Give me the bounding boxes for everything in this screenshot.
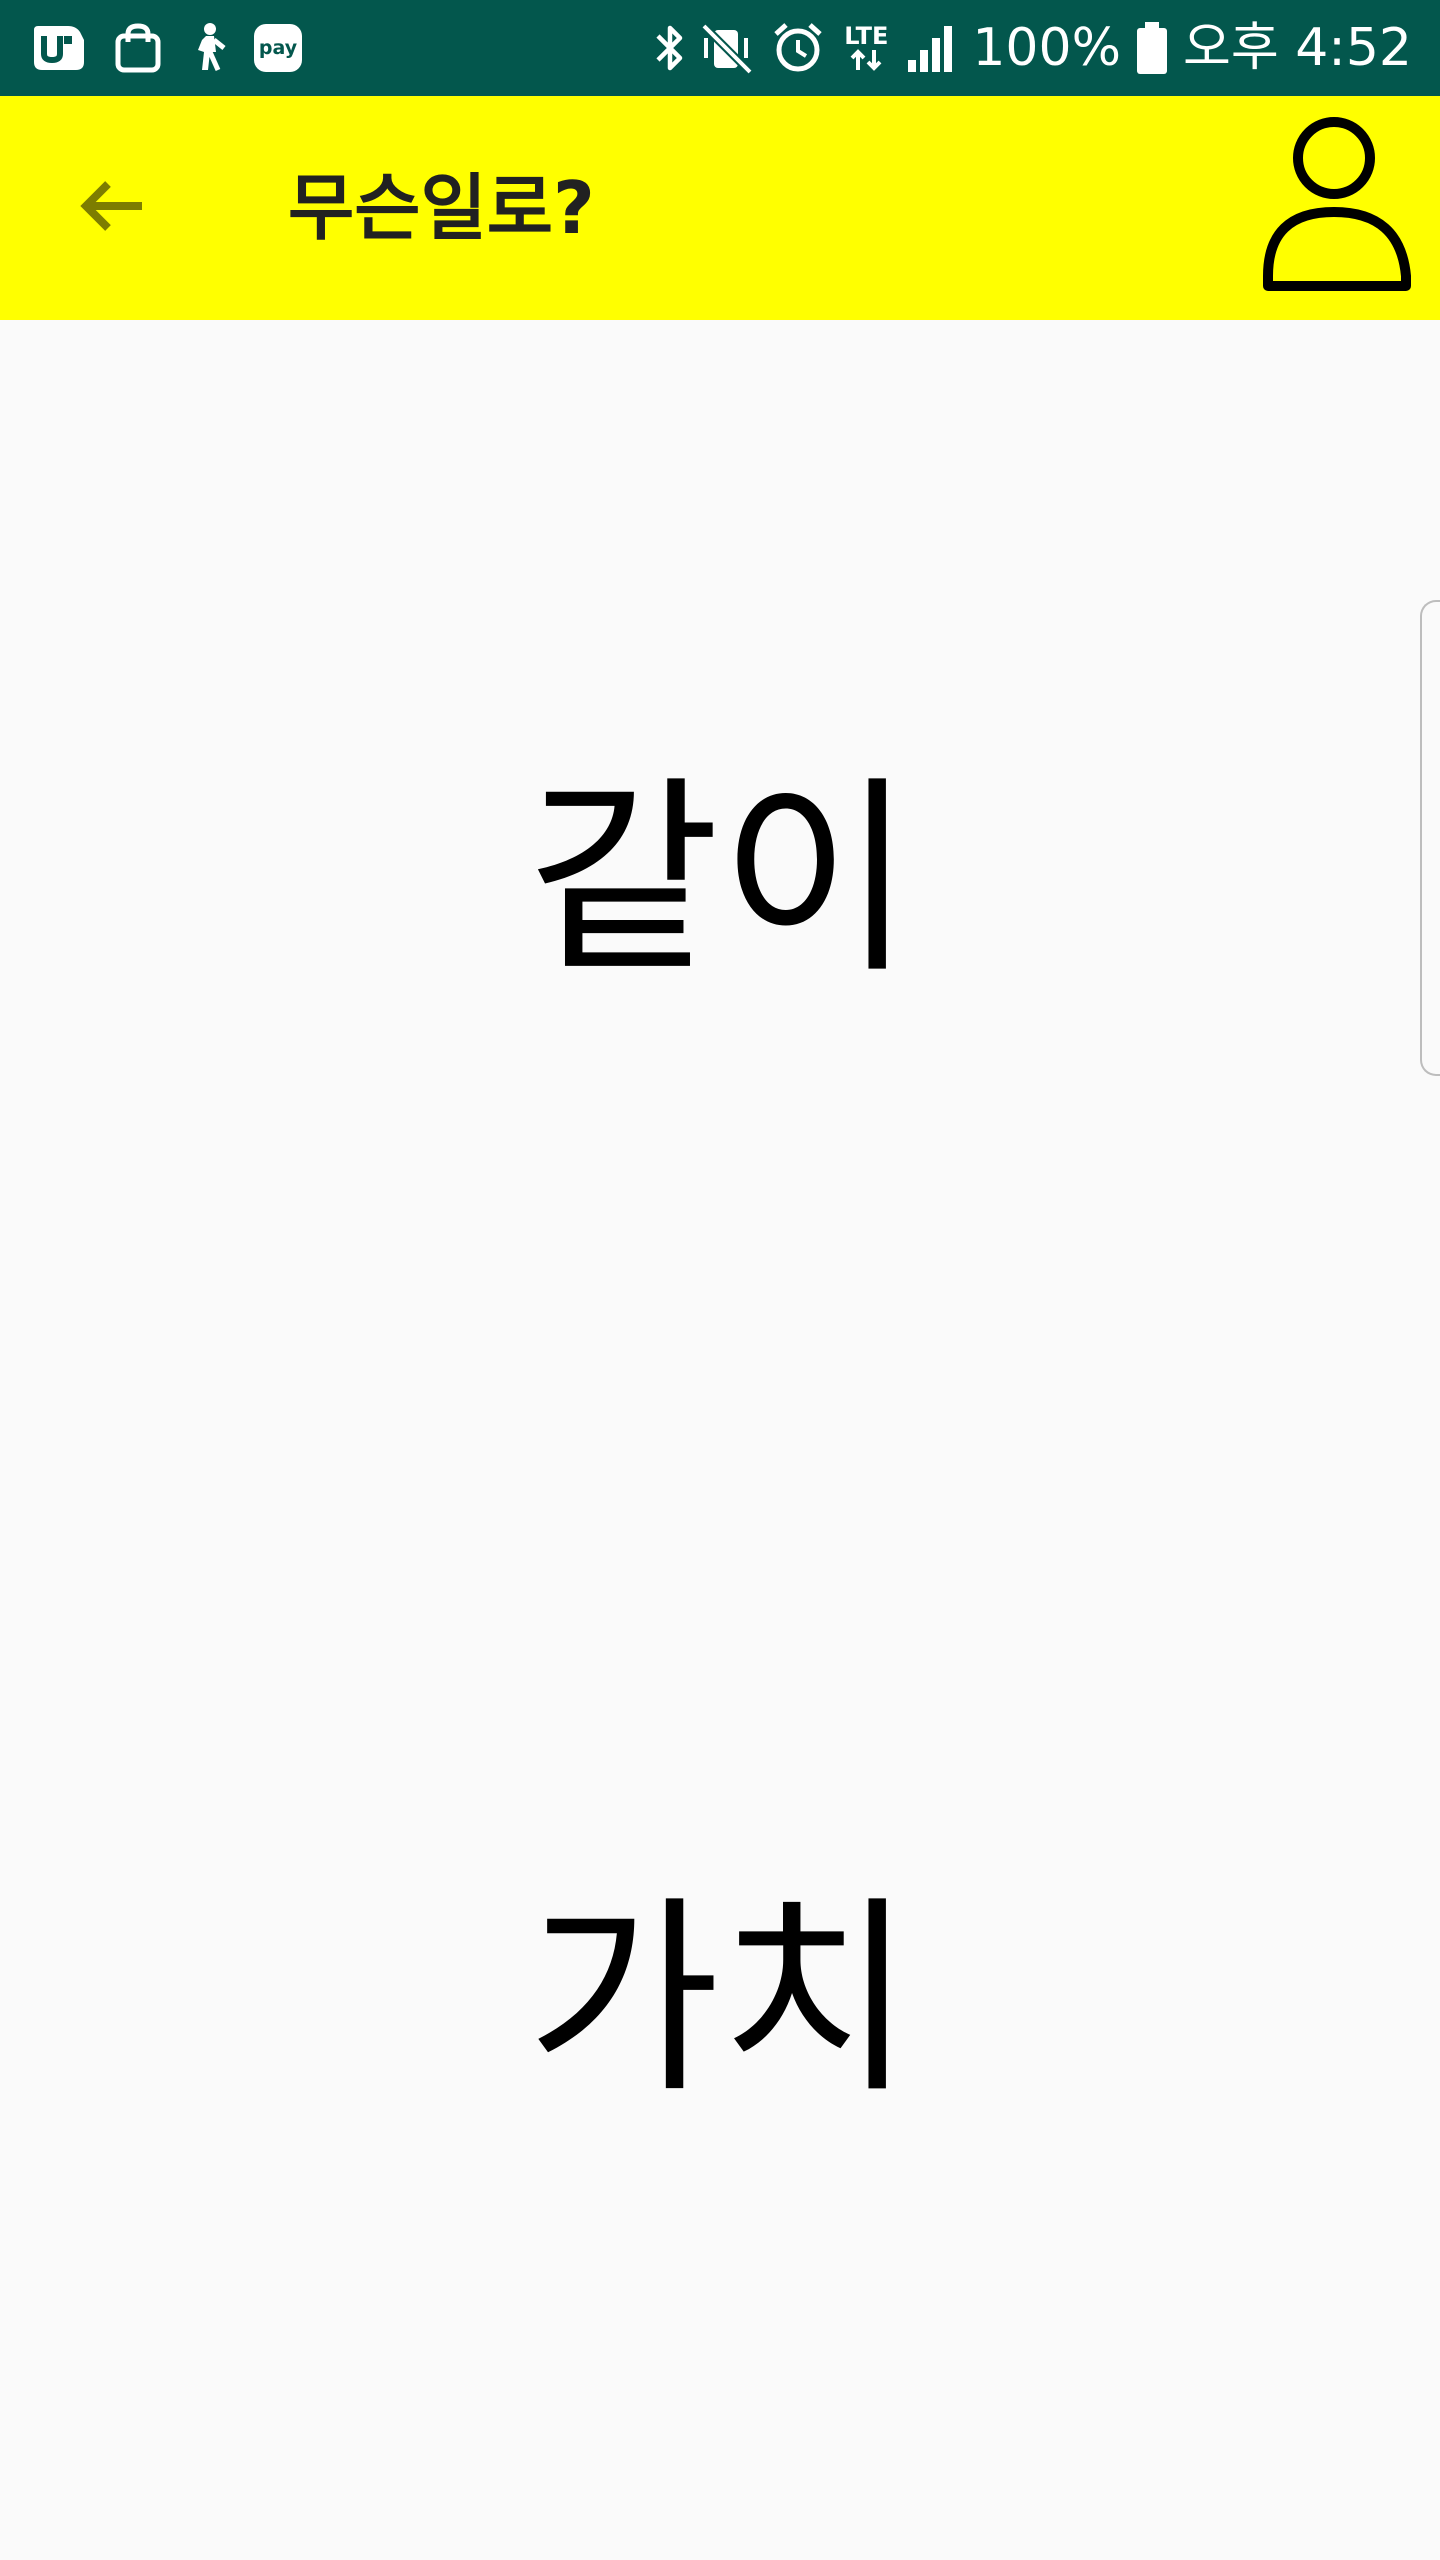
back-button[interactable]: [56, 152, 168, 264]
word-bottom: 가치: [526, 1877, 914, 2122]
lte-icon: LTE: [840, 24, 892, 72]
vibrate-mute-icon: [700, 20, 756, 76]
page-title: 무슨일로?: [288, 166, 595, 250]
pay-icon: pay: [254, 24, 302, 72]
status-notifications: pay: [28, 20, 302, 76]
status-system: LTE 100% 오후 4:52: [654, 16, 1412, 80]
word-content: 같이 가치: [0, 320, 1440, 2560]
edge-panel-handle[interactable]: [1420, 600, 1440, 1076]
shopping-bag-icon: [114, 22, 162, 74]
u-plus-icon: [28, 22, 88, 74]
bluetooth-icon: [654, 20, 686, 76]
app-bar: 무슨일로?: [0, 96, 1440, 320]
status-bar: pay LTE 100% 오후 4:52: [0, 0, 1440, 96]
signal-strength-icon: [906, 22, 958, 74]
battery-percent: 100%: [972, 18, 1122, 78]
arrow-left-icon: [76, 170, 148, 246]
walking-person-icon: [188, 22, 228, 74]
status-clock: 오후 4:52: [1183, 18, 1412, 78]
person-outline-icon: [1260, 116, 1416, 300]
battery-icon: [1135, 20, 1169, 76]
profile-button[interactable]: [1256, 116, 1420, 300]
alarm-icon: [770, 20, 826, 76]
word-top: 같이: [526, 757, 914, 1002]
